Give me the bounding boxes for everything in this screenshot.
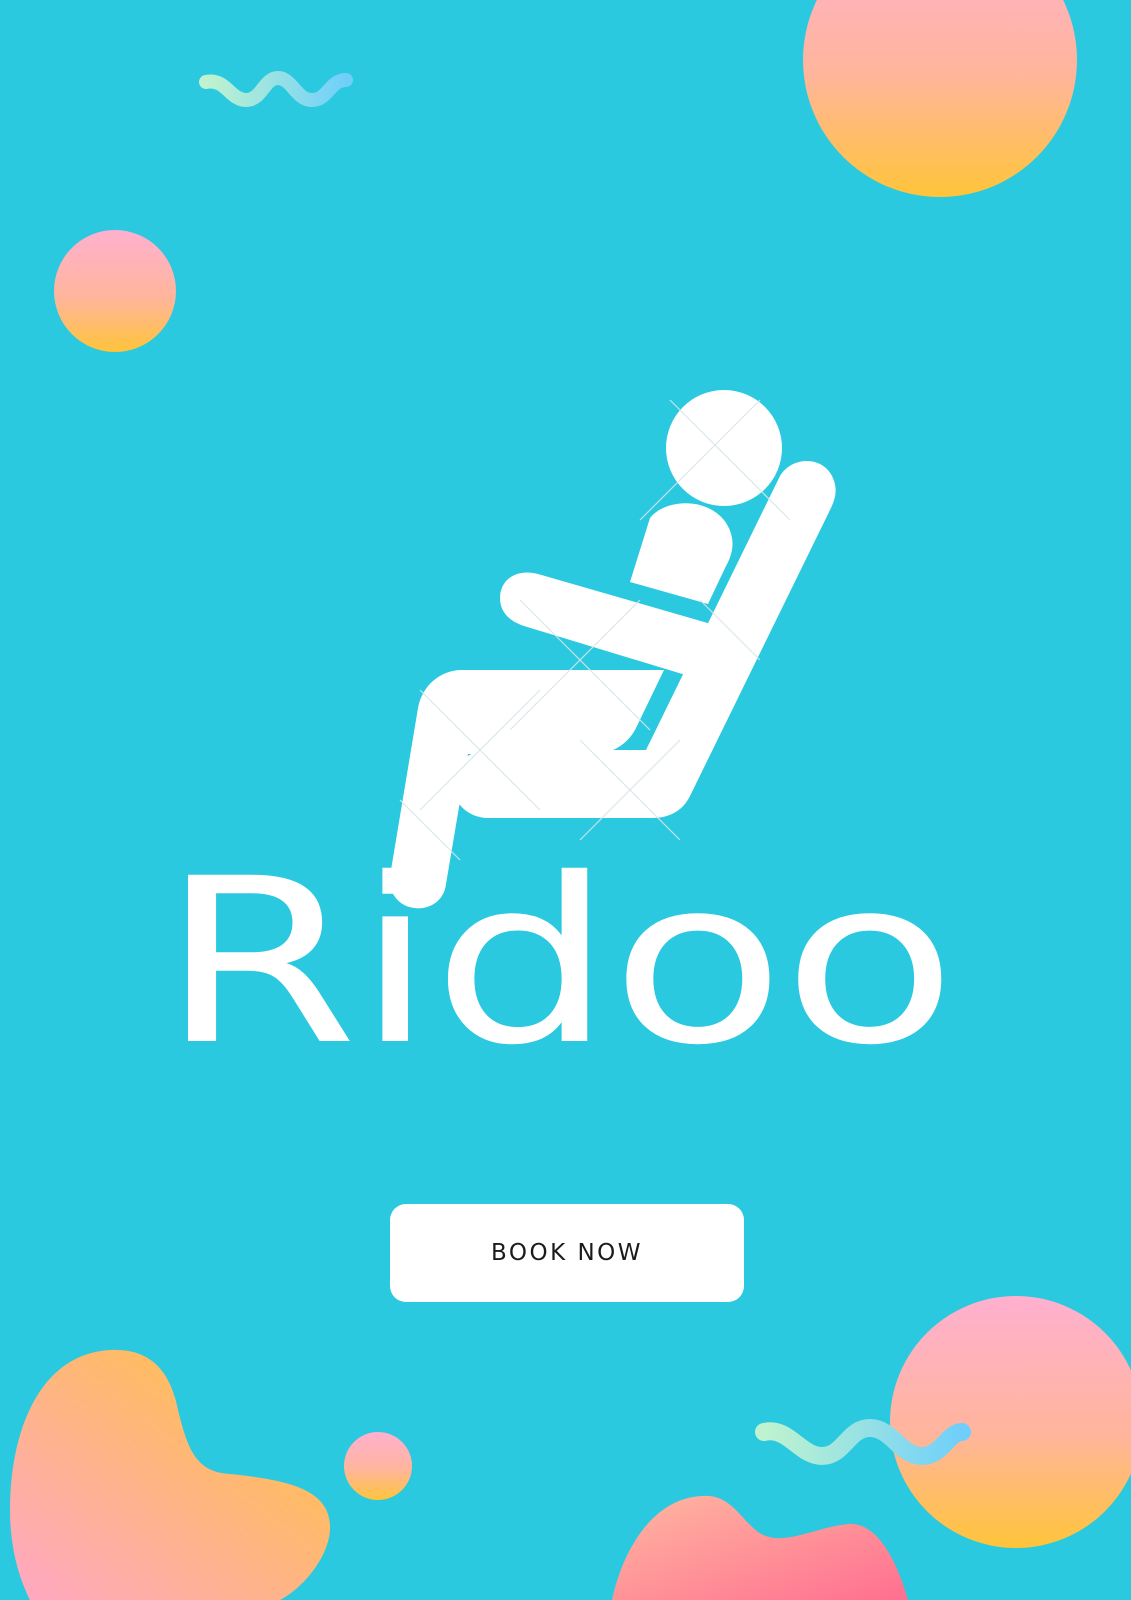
decorative-circle-small-bottom (344, 1432, 412, 1500)
squiggle-bottom (755, 1418, 971, 1466)
book-now-button[interactable]: BOOK NOW (390, 1204, 744, 1302)
squiggle-top (199, 70, 353, 108)
brand-name: Ridoo (160, 829, 957, 1095)
book-now-label: BOOK NOW (490, 1240, 644, 1266)
decorative-circle-left (54, 230, 176, 352)
decorative-circle-top-right (803, 0, 1077, 197)
decorative-blob-bottom-left (10, 1349, 331, 1600)
decorative-blob-bottom (612, 1495, 908, 1600)
